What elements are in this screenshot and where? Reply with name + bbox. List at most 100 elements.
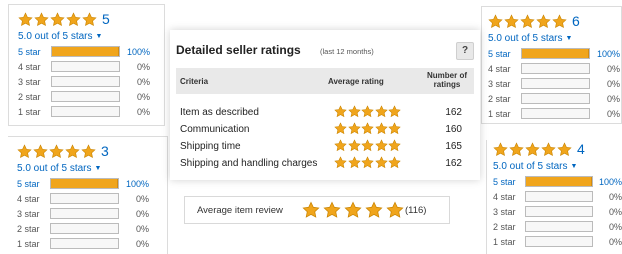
star-icon (344, 201, 362, 219)
star-rating[interactable] (17, 143, 97, 159)
star-rating (334, 122, 402, 135)
rating-bar (51, 46, 120, 57)
star-icon (541, 141, 556, 157)
rating-summary-dropdown[interactable]: 5.0 out of 5 stars ▼ (17, 162, 167, 174)
star-icon (18, 11, 33, 27)
table-row: Item as described 162 (176, 105, 474, 122)
rating-bar-fill (52, 47, 119, 56)
chevron-down-icon: ▼ (94, 164, 102, 172)
star-icon (334, 105, 347, 118)
histogram-row[interactable]: 5 star 100% (493, 174, 622, 189)
rating-summary-label: 5.0 out of 5 stars (493, 160, 568, 172)
star-level-label[interactable]: 5 star (17, 179, 47, 189)
star-level-label[interactable]: 5 star (18, 47, 48, 57)
star-level-label[interactable]: 5 star (488, 49, 518, 59)
rating-summary-dropdown[interactable]: 5.0 out of 5 stars ▼ (488, 32, 621, 44)
star-level-label: 1 star (17, 238, 40, 249)
histogram-row: 4 star 0% (488, 61, 621, 76)
star-icon (49, 143, 64, 159)
table-row: Shipping and handling charges 162 (176, 156, 474, 173)
star-level-label: 2 star (18, 91, 41, 102)
rating-bar-fill (522, 49, 589, 58)
histogram: 5 star 100% 4 star 0% 3 star 0% 2 star 0% 1 star… (488, 46, 621, 121)
star-icon (334, 156, 347, 169)
rating-percent: 0% (136, 61, 150, 72)
review-count-link[interactable]: 4 (577, 141, 585, 157)
rating-count: 162 (445, 158, 462, 169)
review-count-link[interactable]: 3 (101, 143, 109, 159)
histogram-row: 1 star 0% (488, 106, 621, 121)
rating-bar (50, 238, 119, 249)
widget-header: 6 (488, 12, 621, 30)
rating-bar (521, 48, 590, 59)
rating-summary-dropdown[interactable]: 5.0 out of 5 stars ▼ (18, 30, 164, 42)
histogram-row: 2 star 0% (18, 89, 164, 104)
histogram-row: 4 star 0% (18, 59, 164, 74)
rating-bar (51, 76, 120, 87)
rating-percent: 0% (609, 206, 622, 217)
star-icon (50, 11, 65, 27)
rating-bar (521, 93, 590, 104)
histogram-row[interactable]: 5 star 100% (18, 44, 164, 59)
star-icon (388, 122, 401, 135)
star-rating[interactable] (488, 13, 568, 29)
rating-widget-bottom-right: 4 5.0 out of 5 stars ▼ 5 star 100% 4 star 0… (486, 140, 622, 254)
star-icon (374, 105, 388, 118)
histogram-row[interactable]: 5 star 100% (488, 46, 621, 61)
star-rating (334, 105, 402, 118)
rating-percent[interactable]: 100% (120, 47, 150, 57)
star-level-label: 3 star (488, 78, 511, 89)
histogram-row: 3 star 0% (488, 76, 621, 91)
star-level-label[interactable]: 5 star (493, 177, 522, 187)
star-icon (66, 11, 81, 27)
star-rating[interactable] (18, 11, 98, 27)
star-icon (81, 143, 96, 159)
rating-widget-top-left: 5 5.0 out of 5 stars ▼ 5 star 100% 4 star 0… (8, 4, 165, 126)
widget-header: 3 (17, 142, 167, 160)
star-icon (302, 201, 320, 219)
star-icon (493, 141, 508, 157)
rating-summary-label: 5.0 out of 5 stars (18, 30, 93, 42)
histogram-row: 1 star 0% (17, 236, 167, 251)
header-number-of-ratings: Number of ratings (422, 71, 472, 89)
criteria-label: Communication (180, 124, 250, 135)
star-rating[interactable] (493, 141, 573, 157)
star-icon (388, 156, 401, 169)
help-button[interactable]: ? (456, 42, 474, 60)
review-count-link[interactable]: 6 (572, 13, 580, 29)
star-icon (388, 139, 401, 152)
chevron-down-icon: ▼ (565, 34, 573, 42)
star-icon (33, 143, 48, 159)
star-level-label: 2 star (488, 93, 511, 104)
star-icon (504, 13, 519, 29)
review-count-link[interactable]: 5 (102, 11, 110, 27)
table-row: Shipping time 165 (176, 139, 474, 156)
rating-widget-bottom-left: 3 5.0 out of 5 stars ▼ 5 star 100% 4 star 0… (8, 136, 168, 254)
rating-bar (51, 91, 120, 102)
star-icon (557, 141, 572, 157)
rating-percent: 0% (135, 208, 149, 219)
rating-percent: 0% (135, 238, 149, 249)
panel-title: Detailed seller ratings (176, 43, 301, 57)
star-icon (361, 139, 374, 152)
rating-summary-dropdown[interactable]: 5.0 out of 5 stars ▼ (493, 160, 622, 172)
table-header: Criteria Average rating Number of rating… (176, 68, 474, 94)
rating-bar (50, 208, 119, 219)
star-icon (323, 201, 341, 219)
rating-bar (525, 236, 593, 247)
histogram-row[interactable]: 5 star 100% (17, 176, 167, 191)
rating-percent[interactable]: 100% (590, 49, 620, 59)
rating-percent: 0% (136, 91, 150, 102)
rating-count: 162 (445, 107, 462, 118)
histogram-row: 2 star 0% (17, 221, 167, 236)
rating-percent[interactable]: 100% (593, 177, 622, 187)
star-icon (82, 11, 97, 27)
rating-percent: 0% (606, 93, 620, 104)
rating-bar (525, 206, 593, 217)
star-rating (334, 156, 402, 169)
rating-percent[interactable]: 100% (119, 179, 149, 189)
star-icon (361, 122, 374, 135)
star-icon (65, 143, 80, 159)
rating-bar-fill (51, 179, 118, 188)
histogram-row: 3 star 0% (493, 204, 622, 219)
